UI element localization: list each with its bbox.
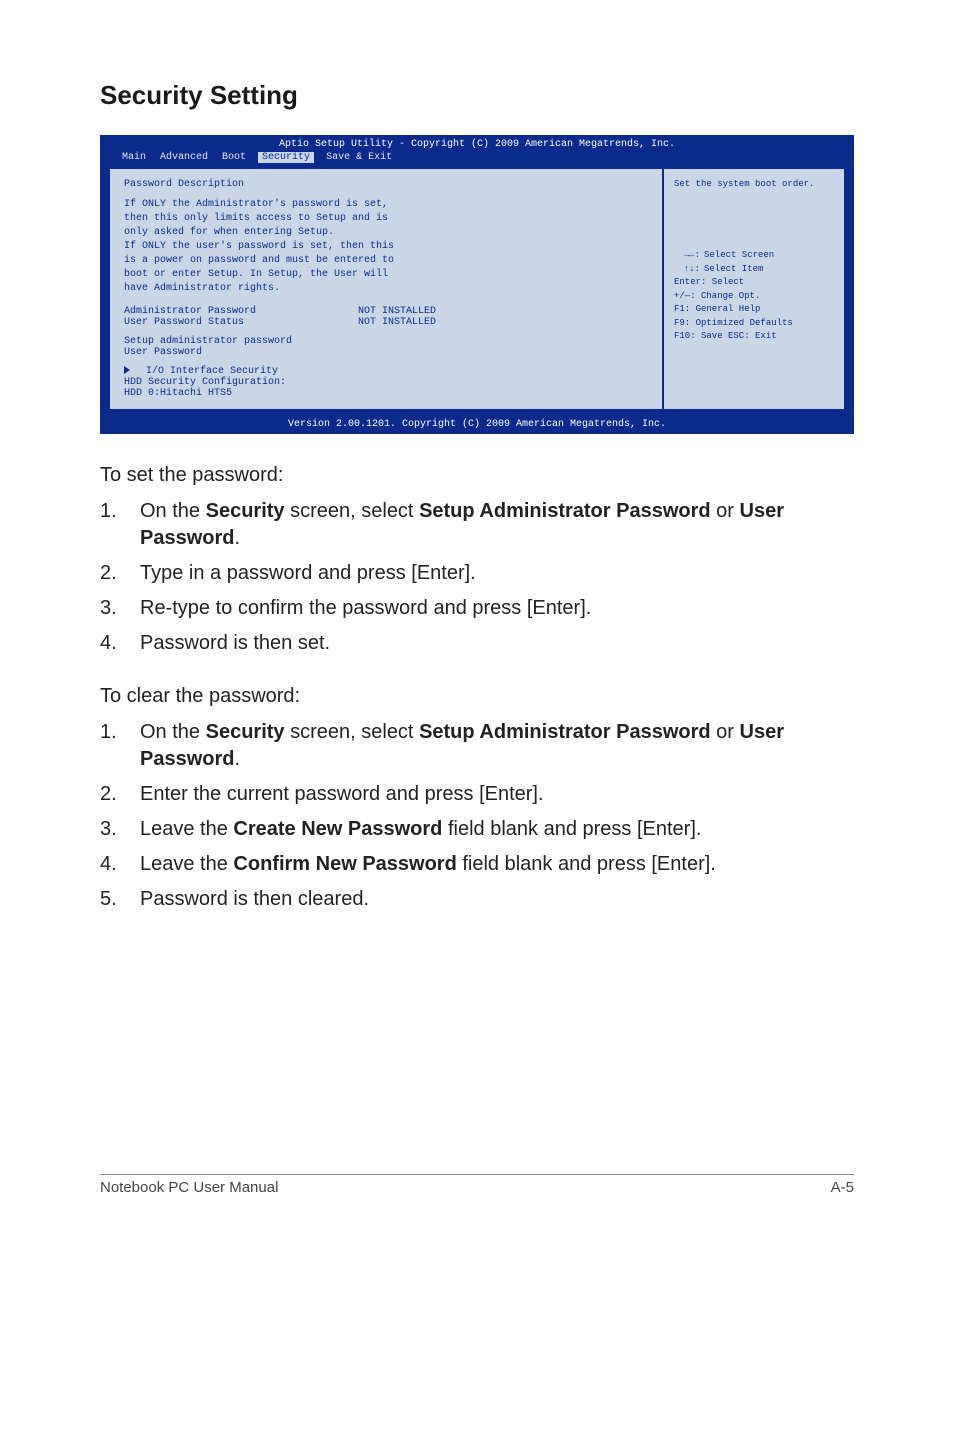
hdd-security-conf-label: HDD Security Configuration:: [124, 377, 344, 388]
tab-main[interactable]: Main: [120, 152, 148, 163]
footer-left-text: Notebook PC User Manual: [100, 1179, 278, 1196]
text: or: [711, 721, 740, 743]
text: On the: [140, 721, 206, 743]
user-password-label: User Password: [124, 347, 344, 358]
set-password-intro: To set the password:: [100, 462, 854, 488]
setup-admin-password-label: Setup administrator password: [124, 336, 344, 347]
text: or: [711, 500, 740, 522]
arrows-lr-icon: →←:: [674, 249, 700, 263]
text: field blank and press [Enter].: [457, 853, 716, 875]
bios-left-panel: Password Description If ONLY the Adminis…: [110, 169, 664, 409]
user-password-status-label: User Password Status: [124, 317, 344, 328]
set-step-4: 4. Password is then set.: [100, 630, 854, 657]
password-description-title: Password Description: [124, 179, 648, 190]
legend-select-screen: Select Screen: [704, 249, 774, 263]
step-text: Type in a password and press [Enter].: [140, 560, 854, 587]
password-description-text: If ONLY the Administrator's password is …: [124, 198, 648, 296]
user-password-status-value: NOT INSTALLED: [358, 317, 436, 328]
bold-security: Security: [206, 721, 285, 743]
legend-f1: F1: General Help: [674, 303, 760, 317]
step-text: Re-type to confirm the password and pres…: [140, 595, 854, 622]
legend-f10: F10: Save ESC: Exit: [674, 330, 777, 344]
bios-screenshot: Aptio Setup Utility - Copyright (C) 2009…: [100, 135, 854, 434]
step-number: 1.: [100, 719, 140, 773]
bold-security: Security: [206, 500, 285, 522]
step-number: 2.: [100, 560, 140, 587]
text: .: [234, 748, 240, 770]
text: On the: [140, 500, 206, 522]
tab-save-exit[interactable]: Save & Exit: [324, 152, 394, 163]
tab-boot[interactable]: Boot: [220, 152, 248, 163]
submenu-arrow-icon: [124, 366, 130, 374]
admin-password-value: NOT INSTALLED: [358, 306, 436, 317]
bold-setup-admin-password: Setup Administrator Password: [419, 721, 711, 743]
hdd-item-label: HDD 0:Hitachi HTS5: [124, 388, 344, 399]
row-setup-admin-password[interactable]: Setup administrator password: [124, 336, 648, 347]
row-io-interface-security[interactable]: I/O Interface Security: [124, 366, 648, 377]
clear-password-steps: 1. On the Security screen, select Setup …: [100, 719, 854, 913]
step-number: 3.: [100, 816, 140, 843]
row-hdd-security-conf: HDD Security Configuration:: [124, 377, 648, 388]
clear-step-3: 3. Leave the Create New Password field b…: [100, 816, 854, 843]
tab-security[interactable]: Security: [258, 152, 314, 163]
legend-change-opt: +/—: Change Opt.: [674, 290, 760, 304]
step-number: 4.: [100, 630, 140, 657]
text: field blank and press [Enter].: [442, 818, 701, 840]
row-admin-password: Administrator Password NOT INSTALLED: [124, 306, 648, 317]
step-text: Enter the current password and press [En…: [140, 781, 854, 808]
clear-step-1: 1. On the Security screen, select Setup …: [100, 719, 854, 773]
text: screen, select: [285, 721, 420, 743]
set-step-1: 1. On the Security screen, select Setup …: [100, 498, 854, 552]
step-number: 4.: [100, 851, 140, 878]
page-title: Security Setting: [100, 80, 854, 111]
clear-step-2: 2. Enter the current password and press …: [100, 781, 854, 808]
bios-hint-text: Set the system boot order.: [674, 179, 834, 189]
row-user-password-status: User Password Status NOT INSTALLED: [124, 317, 648, 328]
row-user-password[interactable]: User Password: [124, 347, 648, 358]
text: .: [234, 527, 240, 549]
admin-password-label: Administrator Password: [124, 306, 344, 317]
bios-right-panel: Set the system boot order. →←: Select Scr…: [664, 169, 844, 409]
step-number: 2.: [100, 781, 140, 808]
step-number: 1.: [100, 498, 140, 552]
text: Leave the: [140, 853, 233, 875]
bios-header-title: Aptio Setup Utility - Copyright (C) 2009…: [100, 135, 854, 152]
row-hdd-item[interactable]: HDD 0:Hitachi HTS5: [124, 388, 648, 399]
bios-tab-row: Main Advanced Boot Security Save & Exit: [100, 152, 854, 163]
text: Leave the: [140, 818, 233, 840]
text: screen, select: [285, 500, 420, 522]
legend-select-item: Select Item: [704, 263, 763, 277]
step-text: Password is then cleared.: [140, 886, 854, 913]
clear-step-4: 4. Leave the Confirm New Password field …: [100, 851, 854, 878]
bold-create-new-password: Create New Password: [233, 818, 442, 840]
set-step-3: 3. Re-type to confirm the password and p…: [100, 595, 854, 622]
footer-page-number: A-5: [831, 1179, 854, 1196]
legend-f9: F9: Optimized Defaults: [674, 317, 793, 331]
clear-password-intro: To clear the password:: [100, 683, 854, 709]
clear-step-5: 5. Password is then cleared.: [100, 886, 854, 913]
step-text: Password is then set.: [140, 630, 854, 657]
page-footer: Notebook PC User Manual A-5: [100, 1173, 854, 1196]
io-interface-security-label: I/O Interface Security: [146, 366, 366, 377]
bios-footer-text: Version 2.00.1201. Copyright (C) 2009 Am…: [100, 415, 854, 434]
arrows-ud-icon: ↑↓:: [674, 263, 700, 277]
step-number: 3.: [100, 595, 140, 622]
bold-confirm-new-password: Confirm New Password: [233, 853, 456, 875]
step-number: 5.: [100, 886, 140, 913]
bold-setup-admin-password: Setup Administrator Password: [419, 500, 711, 522]
tab-advanced[interactable]: Advanced: [158, 152, 210, 163]
set-step-2: 2. Type in a password and press [Enter].: [100, 560, 854, 587]
set-password-steps: 1. On the Security screen, select Setup …: [100, 498, 854, 657]
legend-enter-select: Enter: Select: [674, 276, 744, 290]
